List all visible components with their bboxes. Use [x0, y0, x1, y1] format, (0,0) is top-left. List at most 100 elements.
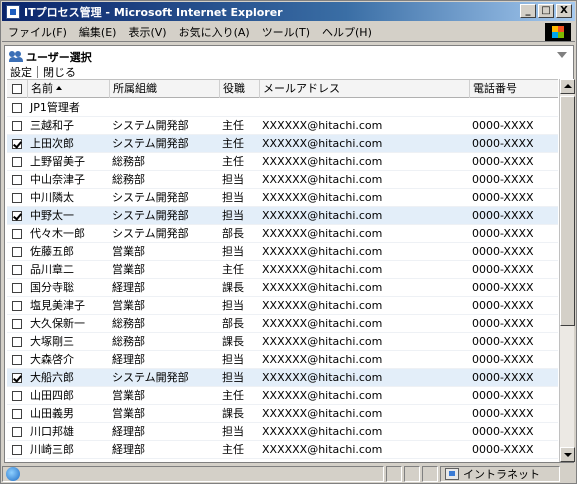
user-role: 担当 — [222, 245, 244, 258]
user-name: 代々木一郎 — [30, 227, 85, 240]
status-text-cell — [2, 465, 384, 482]
row-checkbox[interactable] — [12, 283, 22, 293]
table-row[interactable]: 中川隣太 システム開発部 担当 XXXXXX@hitachi.com 0000-XXXX — [7, 189, 558, 207]
row-checkbox[interactable] — [12, 319, 22, 329]
column-header-name[interactable]: 名前 — [27, 80, 107, 98]
user-email: XXXXXX@hitachi.com — [262, 317, 383, 330]
row-checkbox[interactable] — [12, 121, 22, 131]
table-row[interactable]: 中野太一 システム開発部 担当 XXXXXX@hitachi.com 0000-XXXX — [7, 207, 558, 225]
user-email: XXXXXX@hitachi.com — [262, 263, 383, 276]
row-checkbox[interactable] — [12, 391, 22, 401]
row-checkbox[interactable] — [12, 211, 22, 221]
table-row[interactable]: 佐藤五郎 営業部 担当 XXXXXX@hitachi.com 0000-XXXX — [7, 243, 558, 261]
menu-help[interactable]: ヘルプ(H) — [316, 24, 378, 40]
row-checkbox[interactable] — [12, 265, 22, 275]
table-row[interactable]: 大船六郎 システム開発部 担当 XXXXXX@hitachi.com 0000-XXXX — [7, 369, 558, 387]
scroll-thumb[interactable] — [560, 96, 575, 326]
menu-tools[interactable]: ツール(T) — [256, 24, 316, 40]
table-row[interactable]: 山田四郎 営業部 主任 XXXXXX@hitachi.com 0000-XXXX — [7, 387, 558, 405]
user-name: 国分寺聡 — [30, 281, 74, 294]
user-phone: 0000-XXXX — [472, 173, 534, 186]
row-checkbox[interactable] — [12, 373, 22, 383]
page-content: ユーザー選択 設定 閉じる 名前 所属組織 役職 メールアドレス 電話番号 JP… — [4, 45, 575, 463]
user-name: 中野太一 — [30, 209, 74, 222]
close-button[interactable]: X — [556, 4, 572, 18]
table-row[interactable]: 国分寺聡 経理部 課長 XXXXXX@hitachi.com 0000-XXXX — [7, 279, 558, 297]
row-checkbox[interactable] — [12, 445, 22, 455]
menu-favorites[interactable]: お気に入り(A) — [173, 24, 256, 40]
table-row[interactable]: 上野留美子 総務部 主任 XXXXXX@hitachi.com 0000-XXXX — [7, 153, 558, 171]
status-cell — [386, 465, 402, 482]
row-checkbox[interactable] — [12, 139, 22, 149]
row-checkbox[interactable] — [12, 427, 22, 437]
set-button[interactable]: 設定 — [7, 64, 35, 80]
table-row[interactable]: 川崎三郎 経理部 主任 XXXXXX@hitachi.com 0000-XXXX — [7, 441, 558, 459]
user-email: XXXXXX@hitachi.com — [262, 353, 383, 366]
table-row[interactable]: 塩見美津子 営業部 担当 XXXXXX@hitachi.com 0000-XXXX — [7, 297, 558, 315]
user-name: 大森啓介 — [30, 353, 74, 366]
window-title: ITプロセス管理 - Microsoft Internet Explorer — [24, 5, 283, 19]
user-email: XXXXXX@hitachi.com — [262, 443, 383, 456]
row-checkbox[interactable] — [12, 229, 22, 239]
sort-ascending-icon — [56, 86, 62, 90]
user-org: システム開発部 — [112, 191, 189, 204]
user-org: システム開発部 — [112, 227, 189, 240]
table-row[interactable]: 上田次郎 システム開発部 主任 XXXXXX@hitachi.com 0000-XXXX — [7, 135, 558, 153]
user-phone: 0000-XXXX — [472, 227, 534, 240]
intranet-icon — [445, 467, 459, 480]
user-email: XXXXXX@hitachi.com — [262, 209, 383, 222]
table-row[interactable]: 中山奈津子 総務部 担当 XXXXXX@hitachi.com 0000-XXXX — [7, 171, 558, 189]
table-row[interactable]: 大森啓介 経理部 担当 XXXXXX@hitachi.com 0000-XXXX — [7, 351, 558, 369]
row-checkbox[interactable] — [12, 337, 22, 347]
scroll-down-button[interactable] — [560, 447, 575, 462]
table-row[interactable]: 三越和子 システム開発部 主任 XXXXXX@hitachi.com 0000-XXXX — [7, 117, 558, 135]
menu-edit[interactable]: 編集(E) — [73, 24, 123, 40]
maximize-button[interactable]: □ — [538, 4, 554, 18]
panel-title: ユーザー選択 — [26, 51, 92, 64]
row-checkbox[interactable] — [12, 175, 22, 185]
column-header-phone[interactable]: 電話番号 — [469, 80, 558, 98]
select-all-checkbox[interactable] — [12, 84, 22, 94]
user-org — [109, 459, 217, 462]
table-row[interactable]: JP1管理者 — [7, 99, 558, 117]
table-row[interactable]: 山田義男 営業部 課長 XXXXXX@hitachi.com 0000-XXXX — [7, 405, 558, 423]
user-phone: 0000-XXXX — [472, 281, 534, 294]
title-bar[interactable]: ITプロセス管理 - Microsoft Internet Explorer _… — [2, 2, 575, 21]
users-icon — [9, 51, 23, 63]
page-done-icon — [6, 466, 20, 481]
table-row[interactable]: 川口邦雄 経理部 担当 XXXXXX@hitachi.com 0000-XXXX — [7, 423, 558, 441]
panel-header: ユーザー選択 — [9, 49, 92, 65]
column-header-org[interactable]: 所属組織 — [109, 80, 217, 98]
row-checkbox[interactable] — [12, 355, 22, 365]
user-org: 営業部 — [112, 407, 145, 420]
user-name: 山田四郎 — [30, 389, 74, 402]
minimize-button[interactable]: _ — [520, 4, 536, 18]
table-row[interactable]: 大久保新一 総務部 部長 XXXXXX@hitachi.com 0000-XXXX — [7, 315, 558, 333]
menu-view[interactable]: 表示(V) — [122, 24, 172, 40]
row-checkbox[interactable] — [12, 103, 22, 113]
collapse-arrow-icon[interactable] — [557, 52, 567, 58]
user-email — [259, 459, 469, 462]
table-row[interactable]: 代々木一郎 システム開発部 部長 XXXXXX@hitachi.com 0000-XXX… — [7, 225, 558, 243]
user-name: 川崎三郎 — [30, 443, 74, 456]
user-name: 大塚剛三 — [30, 335, 74, 348]
row-checkbox[interactable] — [12, 301, 22, 311]
row-checkbox[interactable] — [12, 409, 22, 419]
scroll-up-button[interactable] — [560, 79, 575, 94]
user-org: 経理部 — [112, 353, 145, 366]
table-row[interactable]: 品川章二 営業部 主任 XXXXXX@hitachi.com 0000-XXXX — [7, 261, 558, 279]
toolbar-divider — [37, 66, 38, 78]
user-org: 営業部 — [112, 263, 145, 276]
user-name: 佐藤五郎 — [30, 245, 74, 258]
close-panel-button[interactable]: 閉じる — [40, 64, 79, 80]
user-phone: 0000-XXXX — [472, 245, 534, 258]
vertical-scrollbar[interactable] — [559, 79, 575, 462]
row-checkbox[interactable] — [12, 247, 22, 257]
menu-file[interactable]: ファイル(F) — [2, 24, 73, 40]
row-checkbox[interactable] — [12, 157, 22, 167]
table-row[interactable] — [7, 459, 558, 462]
table-row[interactable]: 大塚剛三 総務部 課長 XXXXXX@hitachi.com 0000-XXXX — [7, 333, 558, 351]
row-checkbox[interactable] — [12, 193, 22, 203]
column-header-role[interactable]: 役職 — [219, 80, 259, 98]
column-header-email[interactable]: メールアドレス — [259, 80, 469, 98]
